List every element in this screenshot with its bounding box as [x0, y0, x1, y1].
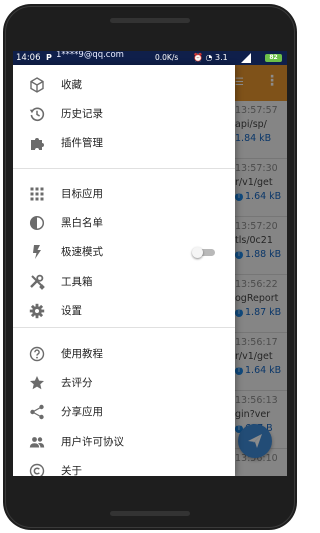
share-icon	[29, 404, 45, 420]
drawer-item-label: 收藏	[61, 79, 82, 91]
drawer-item-label: 极速模式	[61, 246, 103, 259]
cube-icon	[29, 77, 45, 93]
drawer-item-label: 设置	[61, 304, 82, 317]
drawer-item-copyright[interactable]: 关于	[13, 457, 235, 476]
apps-grid-icon	[29, 186, 45, 202]
drawer-divider	[13, 327, 235, 328]
signal-icon	[241, 53, 251, 63]
drawer-item-tools[interactable]: 工具箱	[13, 268, 235, 297]
drawer-item-label: 历史记录	[61, 108, 103, 121]
status-icons: ⏰ ◔ 3.1	[193, 53, 228, 63]
p-notification-icon: P	[46, 53, 52, 62]
tools-icon	[29, 274, 45, 290]
drawer-item-apps-grid[interactable]: 目标应用	[13, 180, 235, 209]
drawer-item-cube[interactable]: 收藏	[13, 71, 235, 100]
toggle-thumb	[192, 247, 203, 259]
wifi-icon: ◔	[205, 53, 213, 62]
copyright-icon	[29, 463, 45, 476]
drawer-item-star[interactable]: 去评分	[13, 369, 235, 398]
puzzle-icon	[29, 135, 45, 151]
drawer-item-label: 使用教程	[61, 348, 103, 360]
drawer-item-label: 插件管理	[61, 137, 103, 150]
contrast-icon	[29, 215, 45, 231]
drawer-item-people[interactable]: 用户许可协议	[13, 428, 235, 457]
drawer-divider	[13, 168, 235, 169]
bottom-speaker	[110, 511, 190, 516]
drawer-item-label: 分享应用	[61, 406, 103, 419]
drawer-item-help[interactable]: 使用教程	[13, 340, 235, 369]
history-icon	[29, 106, 45, 122]
account-email: 1****9@qq.com	[56, 51, 124, 60]
drawer-item-share[interactable]: 分享应用	[13, 398, 235, 427]
status-time: 14:06	[16, 53, 41, 63]
drawer-item-contrast[interactable]: 黑白名单	[13, 209, 235, 238]
star-icon	[29, 375, 45, 391]
network-speed: 0.0K/s	[155, 53, 179, 62]
gear-icon	[29, 303, 45, 319]
sim-label: 3.1	[215, 53, 228, 62]
people-icon	[29, 434, 45, 450]
drawer-item-puzzle[interactable]: 插件管理	[13, 129, 235, 158]
drawer-item-gear[interactable]: 设置	[13, 297, 235, 326]
phone-frame: 14:06 P 1****9@qq.com 0.0K/s ⏰ ◔ 3.1 82 …	[0, 0, 300, 533]
navigation-drawer: 收藏历史记录插件管理 目标应用黑白名单极速模式工具箱设置 使用教程去评分分享应用…	[13, 65, 235, 476]
screen: 14:06 P 1****9@qq.com 0.0K/s ⏰ ◔ 3.1 82 …	[13, 51, 287, 476]
drawer-item-label: 黑白名单	[61, 217, 103, 230]
alarm-icon: ⏰	[193, 53, 203, 62]
drawer-item-label: 工具箱	[61, 275, 93, 288]
drawer-item-flash[interactable]: 极速模式	[13, 238, 235, 267]
top-speaker	[110, 18, 190, 23]
battery-icon: 82	[265, 54, 282, 62]
flash-icon	[29, 244, 45, 260]
status-bar: 14:06 P 1****9@qq.com 0.0K/s ⏰ ◔ 3.1 82	[13, 51, 287, 65]
drawer-item-label: 用户许可协议	[61, 435, 124, 448]
drawer-item-label: 关于	[61, 464, 82, 476]
help-icon	[29, 346, 45, 362]
drawer-item-label: 目标应用	[61, 188, 103, 200]
turbo-mode-toggle[interactable]	[192, 247, 215, 259]
drawer-item-history[interactable]: 历史记录	[13, 100, 235, 129]
drawer-item-label: 去评分	[61, 377, 93, 390]
